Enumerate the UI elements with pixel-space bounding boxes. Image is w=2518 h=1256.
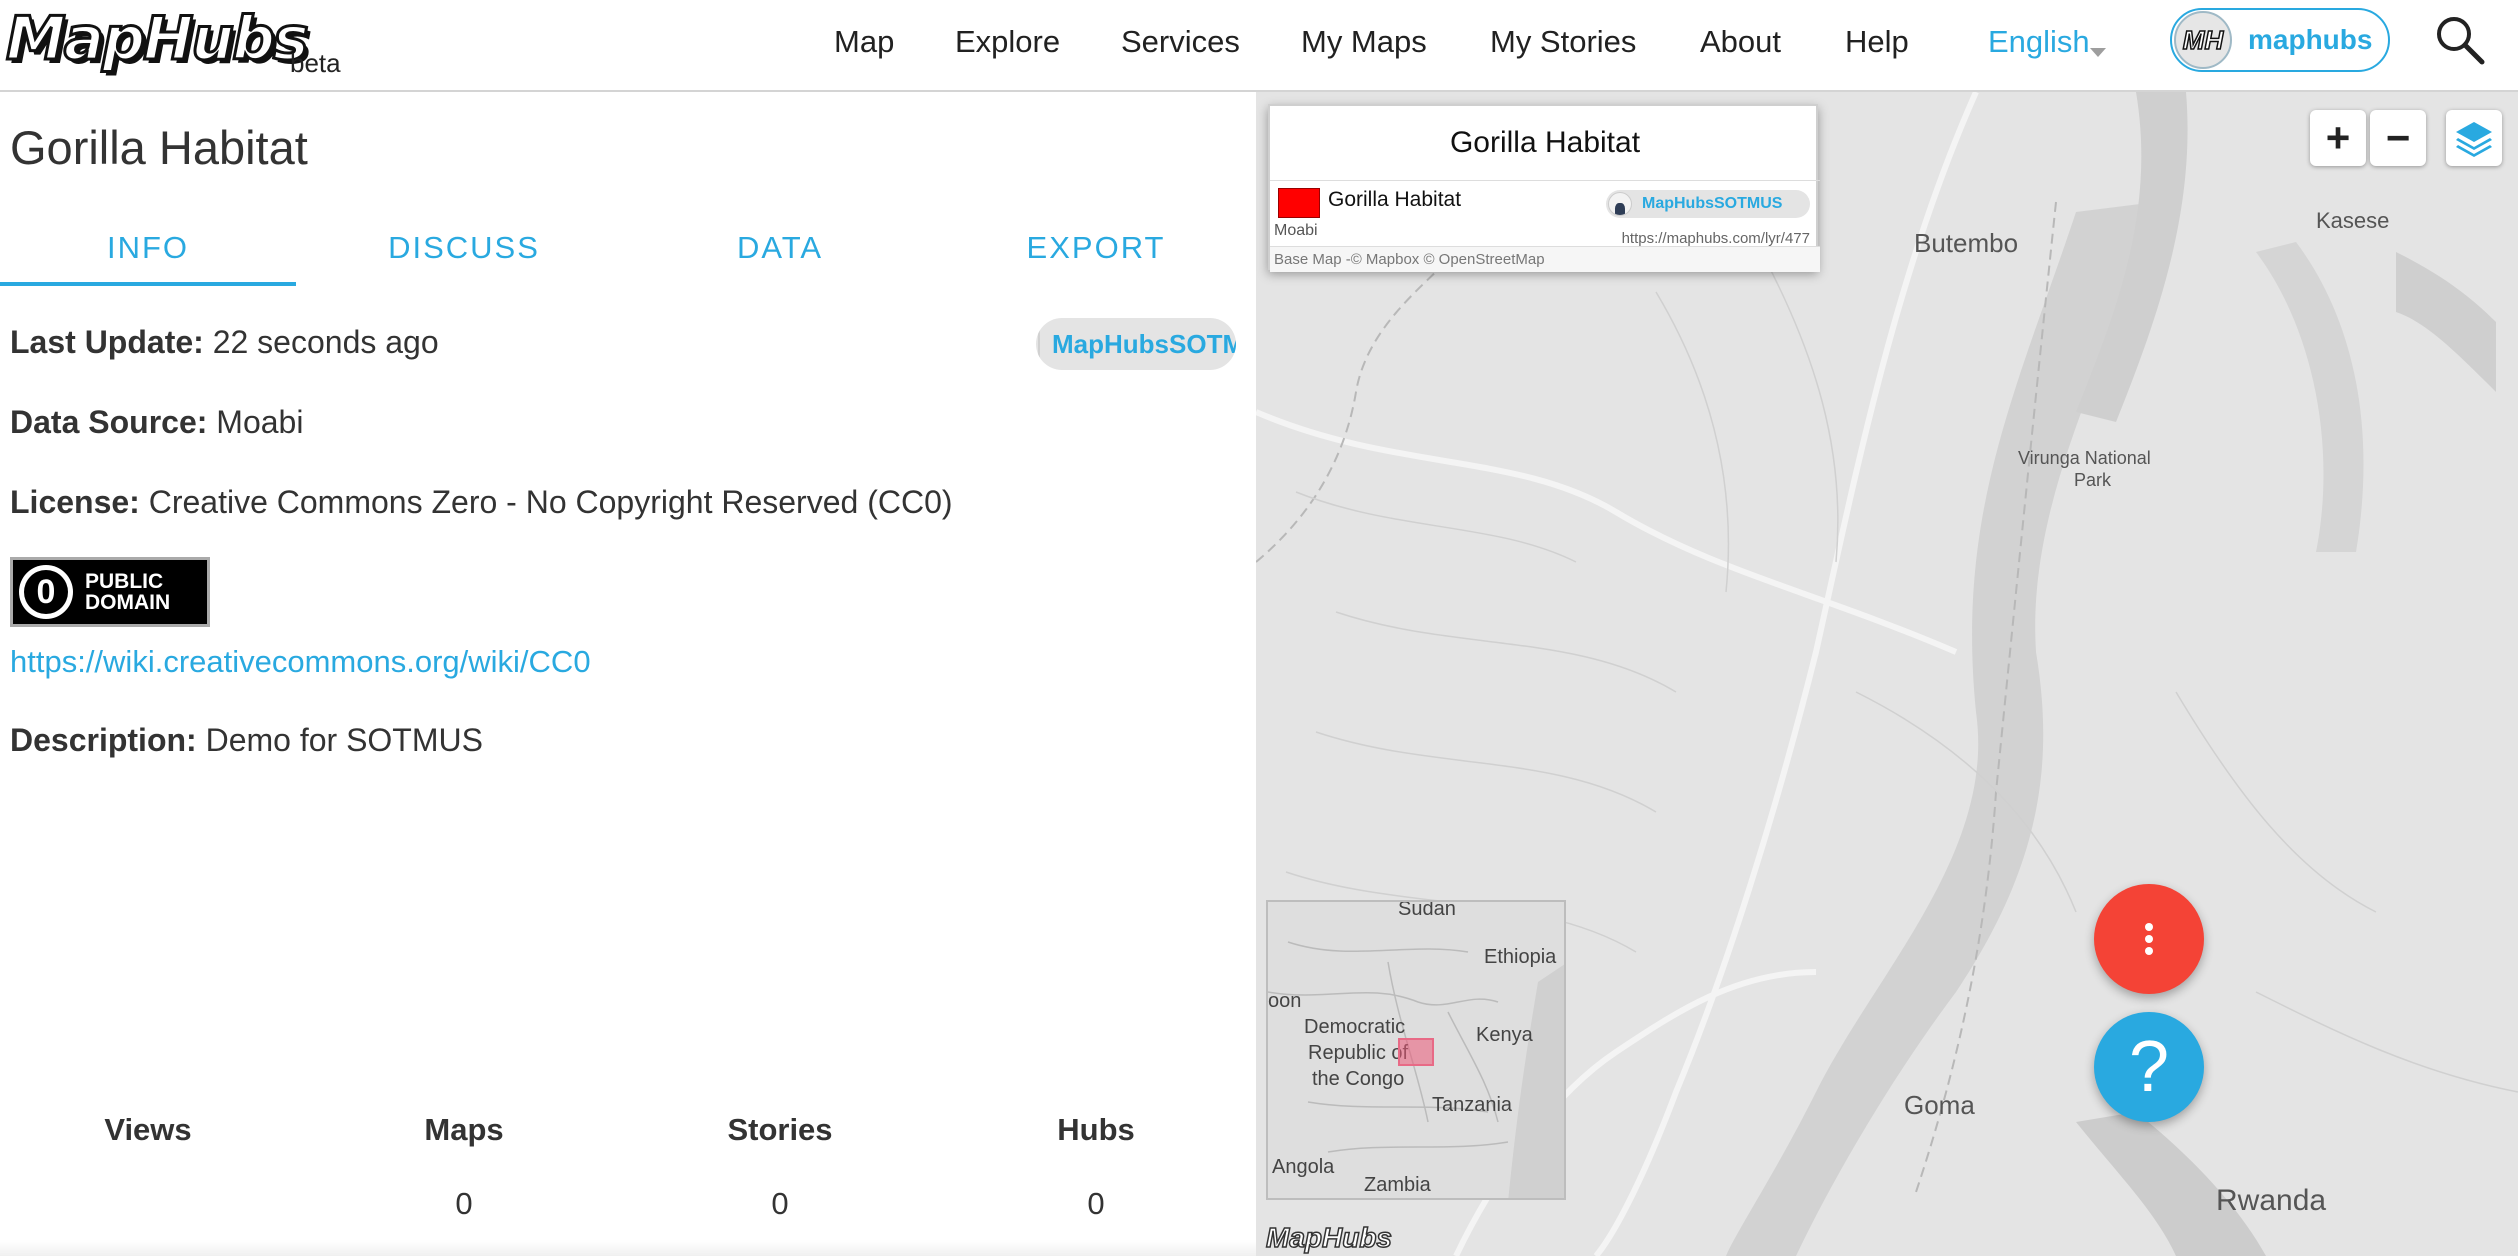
- description-row: Description: Demo for SOTMUS: [10, 722, 483, 759]
- maphubs-logo-text: MapHubs: [5, 4, 311, 74]
- chevron-down-icon: [2090, 48, 2106, 57]
- tab-info[interactable]: INFO: [0, 210, 296, 280]
- brand-logo[interactable]: MapHubs beta: [5, 4, 341, 79]
- description-value: Demo for SOTMUS: [205, 722, 483, 758]
- stat-views-label: Views: [104, 1112, 192, 1147]
- account-name: maphubs: [2248, 24, 2373, 55]
- nav-my-stories[interactable]: My Stories: [1490, 24, 1636, 60]
- account-menu-button[interactable]: MH maphubs: [2170, 8, 2390, 72]
- tab-discuss[interactable]: DISCUSS: [316, 210, 612, 280]
- map-logo: MapHubs: [1265, 1221, 1393, 1254]
- layer-tabs: INFO DISCUSS DATA EXPORT: [0, 210, 1256, 280]
- map-legend: Gorilla Habitat Gorilla Habitat Moabi Ma…: [1268, 104, 1820, 272]
- top-nav-bar: MapHubs beta Map Explore Services My Map…: [0, 0, 2518, 92]
- place-butembo: Butembo: [1914, 228, 2019, 258]
- avatar: [1608, 192, 1632, 216]
- tab-export[interactable]: EXPORT: [948, 210, 1244, 280]
- legend-source: Moabi: [1274, 222, 1318, 239]
- nav-services[interactable]: Services: [1121, 24, 1240, 60]
- license-link[interactable]: https://wiki.creativecommons.org/wiki/CC…: [10, 644, 591, 680]
- nav-help[interactable]: Help: [1845, 24, 1909, 60]
- public-domain-badge: 0 PUBLIC DOMAIN: [10, 557, 210, 627]
- zoom-out-button[interactable]: −: [2370, 110, 2426, 166]
- layers-icon[interactable]: [2446, 110, 2502, 166]
- base-map-attribution: Base Map -© Mapbox © OpenStreetMap: [1270, 246, 1820, 272]
- place-kasese: Kasese: [2316, 208, 2390, 233]
- tab-data[interactable]: DATA: [632, 210, 928, 280]
- owner-name: MapHubsSOTMUS: [1052, 328, 1236, 359]
- place-rwanda: Rwanda: [2216, 1184, 2327, 1217]
- place-goma: Goma: [1904, 1090, 1975, 1120]
- data-source-label: Data Source:: [10, 404, 208, 440]
- stat-maps-label: Maps: [424, 1112, 504, 1147]
- legend-title: Gorilla Habitat: [1449, 126, 1641, 159]
- nav-map[interactable]: Map: [834, 24, 894, 60]
- language-selector[interactable]: English: [1988, 24, 2090, 60]
- data-source-value: Moabi: [216, 404, 304, 440]
- license-value: Creative Commons Zero - No Copyright Res…: [148, 484, 953, 520]
- owner-chip[interactable]: MapHubsSOTMUS: [1036, 318, 1236, 370]
- minimap-viewport-box[interactable]: [1398, 1038, 1434, 1066]
- nav-my-maps[interactable]: My Maps: [1301, 24, 1427, 60]
- search-icon[interactable]: [2434, 14, 2486, 66]
- avatar: [1038, 320, 1040, 368]
- stat-maps-value: 0: [455, 1186, 473, 1221]
- legend-color-swatch: [1278, 188, 1320, 218]
- stat-stories-label: Stories: [727, 1112, 833, 1147]
- overview-minimap[interactable]: Sudan Ethiopia oon Democratic Republic o…: [1266, 900, 1566, 1200]
- place-virunga-1: Virunga National: [2018, 448, 2151, 468]
- stat-hubs-label: Hubs: [1057, 1112, 1135, 1147]
- last-update-row: Last Update: 22 seconds ago: [10, 324, 439, 361]
- legend-layer-name: Gorilla Habitat: [1328, 188, 1462, 211]
- license-label: License:: [10, 484, 140, 520]
- last-update-value: 22 seconds ago: [212, 324, 439, 360]
- stat-stories-value: 0: [771, 1186, 789, 1221]
- data-source-row: Data Source: Moabi: [10, 404, 303, 441]
- nav-about[interactable]: About: [1700, 24, 1781, 60]
- page-title: Gorilla Habitat: [10, 121, 308, 174]
- description-label: Description:: [10, 722, 197, 758]
- avatar: MH: [2174, 11, 2232, 69]
- help-button[interactable]: ?: [2094, 1012, 2204, 1122]
- last-update-label: Last Update:: [10, 324, 204, 360]
- legend-owner-name: MapHubsSOTMUS: [1642, 195, 1783, 212]
- nav-explore[interactable]: Explore: [955, 24, 1060, 60]
- cc0-icon: 0: [19, 565, 73, 619]
- license-row: License: Creative Commons Zero - No Copy…: [10, 484, 953, 521]
- place-virunga-2: Park: [2074, 470, 2112, 490]
- stat-hubs-value: 0: [1087, 1186, 1105, 1221]
- legend-url[interactable]: https://maphubs.com/lyr/477: [1622, 230, 1810, 247]
- more-options-button[interactable]: [2094, 884, 2204, 994]
- layer-info-panel: Gorilla Habitat INFO DISCUSS DATA EXPORT…: [0, 92, 1256, 1256]
- legend-owner-chip[interactable]: MapHubsSOTMUS: [1606, 190, 1810, 218]
- active-tab-indicator: [0, 282, 296, 286]
- zoom-in-button[interactable]: +: [2310, 110, 2366, 166]
- map-view[interactable]: Butembo Kasese Virunga National Park Gom…: [1256, 92, 2518, 1256]
- beta-label: beta: [290, 48, 341, 78]
- vertical-dots-icon: [2145, 923, 2153, 931]
